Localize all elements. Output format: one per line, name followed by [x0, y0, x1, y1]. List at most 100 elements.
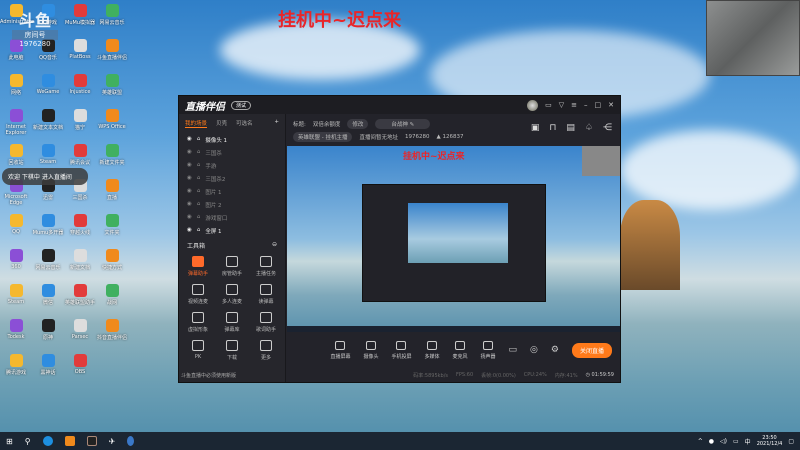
layout-icon[interactable]: ▤ — [566, 123, 575, 133]
eye-icon[interactable]: ◉ — [187, 201, 192, 209]
tray-chevron-icon[interactable]: ^ — [698, 438, 703, 445]
desktop-icon[interactable]: WeGame — [32, 74, 64, 95]
avatar[interactable] — [527, 99, 539, 111]
desktop-icon[interactable]: Steam — [0, 284, 32, 305]
tool-item[interactable]: 多人连麦 — [215, 284, 249, 305]
close-icon[interactable]: ✕ — [608, 101, 614, 109]
scene-item[interactable]: ◉ ⌂ 摄像头 1 — [179, 133, 285, 146]
maximize-icon[interactable]: □ — [595, 101, 602, 109]
source-button[interactable]: 麦克风 — [453, 340, 468, 360]
menu-icon[interactable]: ≡ — [571, 101, 577, 109]
mic-icon[interactable]: ● — [709, 438, 714, 445]
desktop-icon[interactable]: PlatBoss — [64, 39, 96, 60]
desktop-icon[interactable]: 网络 — [0, 74, 32, 96]
desktop-icon[interactable]: 战网 — [96, 284, 128, 306]
source-button[interactable]: 直播屏幕 — [330, 340, 350, 360]
edge-icon[interactable] — [42, 436, 53, 446]
douyu-app-icon[interactable] — [64, 436, 75, 446]
desktop-icon[interactable]: 猫宁 — [64, 109, 96, 131]
edit-title-button[interactable]: 修改 — [347, 118, 369, 129]
add-scene-icon[interactable]: + — [274, 119, 279, 128]
tool-item[interactable]: 视频连麦 — [181, 284, 215, 305]
desktop-icon[interactable]: 英雄联盟 — [96, 74, 128, 96]
tool-item[interactable]: 主播任务 — [249, 256, 283, 277]
m-app-icon[interactable] — [86, 436, 97, 446]
source-button[interactable]: 多媒体 — [424, 340, 440, 360]
tab-my-scenes[interactable]: 我的场景 — [185, 119, 208, 128]
desktop-icon[interactable]: 快捷方式 — [96, 249, 128, 271]
lock-icon[interactable]: ⌂ — [197, 175, 201, 183]
tool-item[interactable]: 读弹幕 — [249, 284, 283, 305]
desktop-icon[interactable]: 网易云音乐 — [96, 4, 128, 26]
desktop-icon[interactable]: 新建文件夹 — [96, 144, 128, 166]
desktop-icon[interactable]: QQ — [0, 214, 32, 235]
minimize-icon[interactable]: – — [584, 101, 588, 109]
scene-item[interactable]: ◉ ⌂ 三国杀 — [179, 146, 285, 159]
lock-icon[interactable]: ⌂ — [197, 201, 201, 209]
ime-icon[interactable]: 中 — [745, 437, 751, 446]
scene-item[interactable]: ◉ ⌂ 三国杀2 — [179, 172, 285, 185]
tip-text[interactable]: 斗鱼直播中必须使用新版 — [181, 372, 236, 379]
record-icon[interactable]: ▭ — [509, 345, 518, 355]
eye-icon[interactable]: ◉ — [187, 149, 192, 157]
volume-icon[interactable]: ◁) — [720, 438, 727, 445]
skin-icon[interactable]: ▽ — [559, 101, 564, 109]
desktop-icon[interactable]: 抖音直播伴侣 — [96, 319, 128, 341]
tool-item[interactable]: 更多 — [249, 340, 283, 361]
share-icon[interactable]: ⋲ — [603, 123, 612, 133]
stop-live-button[interactable]: 关闭直播 — [571, 342, 612, 358]
tab-shell[interactable]: 贝壳 — [216, 119, 227, 128]
clock[interactable]: 23:50 2021/12/4 — [757, 435, 783, 447]
network-icon[interactable]: ▭ — [733, 438, 739, 445]
scene-item[interactable]: ◉ ⌂ 图片 2 — [179, 198, 285, 211]
desktop-icon[interactable]: 腾讯会议 — [64, 144, 96, 166]
desktop-icon[interactable]: 直播 — [96, 179, 128, 201]
lock-icon[interactable]: ⊓ — [549, 123, 556, 133]
collapse-icon[interactable]: ⊖ — [272, 241, 277, 250]
tool-item[interactable]: 下载 — [215, 340, 249, 361]
tool-item[interactable]: 歌词助手 — [249, 312, 283, 333]
eye-icon[interactable]: ◉ — [187, 227, 192, 235]
eye-icon[interactable]: ◎ — [530, 345, 538, 355]
eye-icon[interactable]: ◉ — [187, 175, 192, 183]
desktop-icon[interactable]: Parsec — [64, 319, 96, 340]
desktop-icon[interactable]: 微信 — [32, 284, 64, 306]
desktop-icon[interactable]: 360 — [0, 249, 32, 270]
eye-icon[interactable]: ◉ — [187, 214, 192, 222]
scene-item[interactable]: ◉ ⌂ 图片 1 — [179, 185, 285, 198]
tool-item[interactable]: 房管助手 — [215, 256, 249, 277]
lock-icon[interactable]: ⌂ — [197, 214, 201, 222]
desktop-icon[interactable]: Steam — [32, 144, 64, 165]
gift-icon[interactable]: ▣ — [531, 123, 540, 133]
scene-item[interactable]: ◉ ⌂ 手游 — [179, 159, 285, 172]
lock-icon[interactable]: ⌂ — [197, 162, 201, 170]
desktop-icon[interactable]: Todesk — [0, 319, 32, 340]
desktop-icon[interactable]: 文件夹 — [96, 214, 128, 236]
scene-item[interactable]: ◉ ⌂ 游戏窗口 — [179, 211, 285, 224]
search-icon[interactable]: ⚲ — [25, 437, 31, 446]
desktop-icon[interactable]: 原神 — [32, 319, 64, 341]
version-badge[interactable]: 测试 — [231, 100, 252, 110]
desktop-icon[interactable]: 穿越火线 — [64, 214, 96, 236]
message-icon[interactable]: ▭ — [545, 101, 552, 109]
desktop-icon[interactable]: 斗鱼直播伴侣 — [96, 39, 128, 61]
desktop-icon[interactable]: WPS Office — [96, 109, 128, 130]
desktop-icon[interactable]: 新建文本文档 — [32, 109, 64, 131]
tool-item[interactable]: 弹幕库 — [215, 312, 249, 333]
bell-icon[interactable]: ♤ — [585, 123, 593, 133]
pin-app-icon[interactable]: ✈ — [109, 437, 116, 446]
lock-icon[interactable]: ⌂ — [197, 227, 201, 235]
eye-icon[interactable]: ◉ — [187, 188, 192, 196]
desktop-icon[interactable]: Mumu多开器 — [32, 214, 64, 236]
start-icon[interactable]: ⊞ — [6, 437, 13, 446]
source-button[interactable]: 扬声器 — [481, 340, 496, 360]
lock-icon[interactable]: ⌂ — [197, 149, 201, 157]
desktop-icon[interactable]: MuMu模拟器 — [64, 4, 96, 26]
scene-item[interactable]: ◉ ⌂ 全屏 1 — [179, 224, 285, 237]
desktop-icon[interactable]: OBS — [64, 354, 96, 375]
game-tag[interactable]: 英雄联盟 - 挂机主播 — [293, 131, 353, 142]
source-button[interactable]: 摄像头 — [363, 340, 378, 360]
category-field[interactable]: 台战神 ✎ — [375, 118, 431, 129]
lock-icon[interactable]: ⌂ — [197, 188, 201, 196]
eye-icon[interactable]: ◉ — [187, 162, 192, 170]
